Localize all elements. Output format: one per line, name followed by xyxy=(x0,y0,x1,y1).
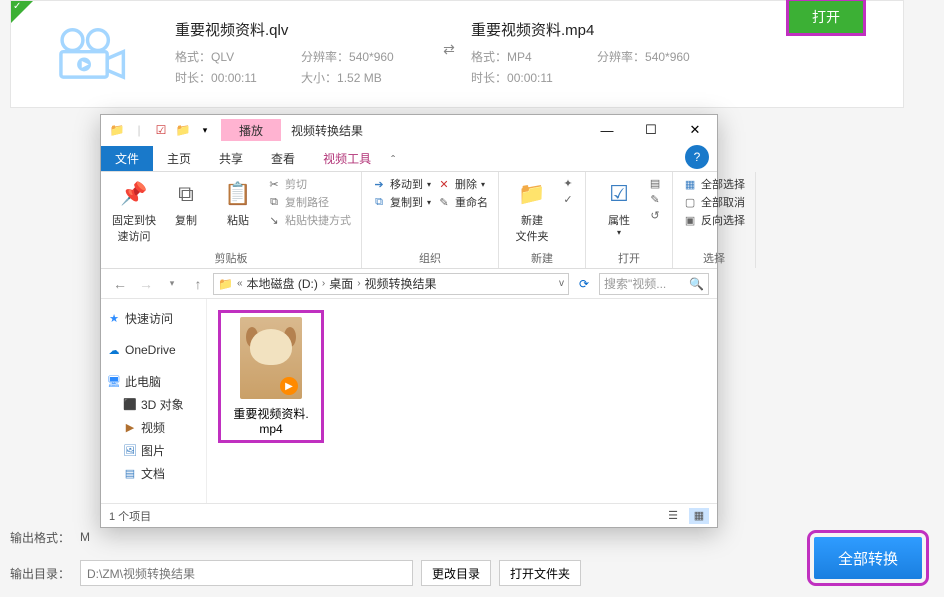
qat-caret-icon[interactable]: ▾ xyxy=(197,122,213,138)
rename-button[interactable]: ✎重命名 xyxy=(437,194,488,210)
nav-onedrive[interactable]: ☁OneDrive xyxy=(105,340,202,360)
close-button[interactable]: ✕ xyxy=(673,115,717,145)
pasteshortcut-button: ↘粘贴快捷方式 xyxy=(267,212,351,228)
ribbon-tabs: 文件 主页 共享 查看 视频工具 ˆ ? xyxy=(101,145,717,171)
moveto-button[interactable]: ➔移动到▾ xyxy=(372,176,431,192)
nav-documents[interactable]: ▤文档 xyxy=(105,462,202,485)
output-format-label: 输出格式： xyxy=(10,529,72,546)
minimize-button[interactable]: — xyxy=(585,115,629,145)
newfolder-button[interactable]: 📁新建 文件夹 xyxy=(509,176,555,244)
copypath-button: ⧉复制路径 xyxy=(267,194,351,210)
source-meta: 重要视频资料.qlv 格式：QLV 分辨率：540*960 时长：00:00:1… xyxy=(171,1,431,86)
up-button[interactable]: ↑ xyxy=(187,273,209,295)
convert-all-button[interactable]: 全部转换 xyxy=(814,537,922,579)
maximize-button[interactable]: ☐ xyxy=(629,115,673,145)
selectinv-button[interactable]: ▣反向选择 xyxy=(683,212,745,228)
ribbon: 📌固定到快 速访问 ⧉复制 📋粘贴 ✂剪切 ⧉复制路径 ↘粘贴快捷方式 剪贴板 … xyxy=(101,171,717,269)
cut-button: ✂剪切 xyxy=(267,176,351,192)
output-dir-label: 输出目录： xyxy=(10,565,72,582)
checkbox-icon[interactable]: ☑ xyxy=(153,122,169,138)
folder-icon[interactable]: 📁 xyxy=(175,122,191,138)
tab-share[interactable]: 共享 xyxy=(205,146,257,171)
output-dir-input[interactable] xyxy=(80,560,413,586)
folder-icon: 📁 xyxy=(109,122,125,138)
context-tab: 播放 xyxy=(221,119,281,141)
open-folder-button[interactable]: 打开文件夹 xyxy=(499,560,581,586)
delete-button[interactable]: ✕删除▾ xyxy=(437,176,488,192)
tab-view[interactable]: 查看 xyxy=(257,146,309,171)
open-button[interactable]: 打开 xyxy=(789,1,863,33)
source-title: 重要视频资料.qlv xyxy=(175,19,431,40)
output-format-value[interactable]: M xyxy=(80,530,90,544)
recent-dropdown[interactable]: ▾ xyxy=(161,273,183,295)
address-row: ← → ▾ ↑ 📁 « 本地磁盘 (D:)› 桌面› 视频转换结果 v ⟳ 搜索… xyxy=(101,269,717,299)
forward-button[interactable]: → xyxy=(135,273,157,295)
copy-button[interactable]: ⧉复制 xyxy=(163,176,209,228)
nav-pane: ★快速访问 ☁OneDrive 🖥此电脑 ⬛3D 对象 ▶视频 🖼图片 ▤文档 xyxy=(101,299,207,503)
history-button: ↺ xyxy=(648,208,662,222)
props-button[interactable]: ☑属性▾ xyxy=(596,176,642,237)
dest-title: 重要视频资料.mp4 xyxy=(471,19,717,40)
bottom-bar: 输出格式： M 输出目录： 更改目录 打开文件夹 xyxy=(10,521,934,589)
nav-quickaccess[interactable]: ★快速访问 xyxy=(105,307,202,330)
tab-home[interactable]: 主页 xyxy=(153,146,205,171)
copyto-button[interactable]: ⧉复制到▾ xyxy=(372,194,431,210)
folder-icon: 📁 xyxy=(218,277,233,291)
nav-videos[interactable]: ▶视频 xyxy=(105,416,202,439)
play-overlay-icon: ▶ xyxy=(280,377,298,395)
nav-3dobjects[interactable]: ⬛3D 对象 xyxy=(105,393,202,416)
explorer-window: 📁 | ☑ 📁 ▾ 播放 视频转换结果 — ☐ ✕ 文件 主页 共享 查看 视频… xyxy=(100,114,718,528)
back-button[interactable]: ← xyxy=(109,273,131,295)
change-dir-button[interactable]: 更改目录 xyxy=(421,560,491,586)
source-thumb xyxy=(11,1,171,107)
file-list[interactable]: ▶ 重要视频资料. mp4 xyxy=(207,299,717,503)
nav-pictures[interactable]: 🖼图片 xyxy=(105,439,202,462)
pin-button[interactable]: 📌固定到快 速访问 xyxy=(111,176,157,244)
help-icon[interactable]: ? xyxy=(685,145,709,169)
tab-file[interactable]: 文件 xyxy=(101,146,153,171)
file-item[interactable]: ▶ 重要视频资料. mp4 xyxy=(221,313,321,440)
titlebar: 📁 | ☑ 📁 ▾ 播放 视频转换结果 — ☐ ✕ xyxy=(101,115,717,145)
newitem-button: ✦ xyxy=(561,176,575,190)
search-input[interactable]: 搜索"视频...🔍 xyxy=(599,273,709,295)
check-badge xyxy=(11,1,33,23)
refresh-button[interactable]: ⟳ xyxy=(573,277,595,291)
tab-video-tools[interactable]: 视频工具 xyxy=(309,146,385,171)
nav-thispc[interactable]: 🖥此电脑 xyxy=(105,370,202,393)
easyaccess-button: ✓ xyxy=(561,192,575,206)
dest-meta: 重要视频资料.mp4 格式：MP4 分辨率：540*960 时长：00:00:1… xyxy=(467,1,717,86)
qat-divider: | xyxy=(131,122,147,138)
ribbon-collapse-icon[interactable]: ˆ xyxy=(385,149,401,171)
edit-button: ✎ xyxy=(648,192,662,206)
selectnone-button[interactable]: ▢全部取消 xyxy=(683,194,745,210)
address-bar[interactable]: 📁 « 本地磁盘 (D:)› 桌面› 视频转换结果 v xyxy=(213,273,569,295)
shuffle-icon[interactable]: ⇄ xyxy=(431,1,467,58)
film-camera-icon xyxy=(54,26,128,82)
video-thumbnail: ▶ xyxy=(240,317,302,399)
conversion-row: 重要视频资料.qlv 格式：QLV 分辨率：540*960 时长：00:00:1… xyxy=(10,0,904,108)
selectall-button[interactable]: ▦全部选择 xyxy=(683,176,745,192)
file-name: 重要视频资料. mp4 xyxy=(225,405,317,436)
paste-button[interactable]: 📋粘贴 xyxy=(215,176,261,228)
openfile-button: ▤ xyxy=(648,176,662,190)
window-title: 视频转换结果 xyxy=(291,122,363,139)
